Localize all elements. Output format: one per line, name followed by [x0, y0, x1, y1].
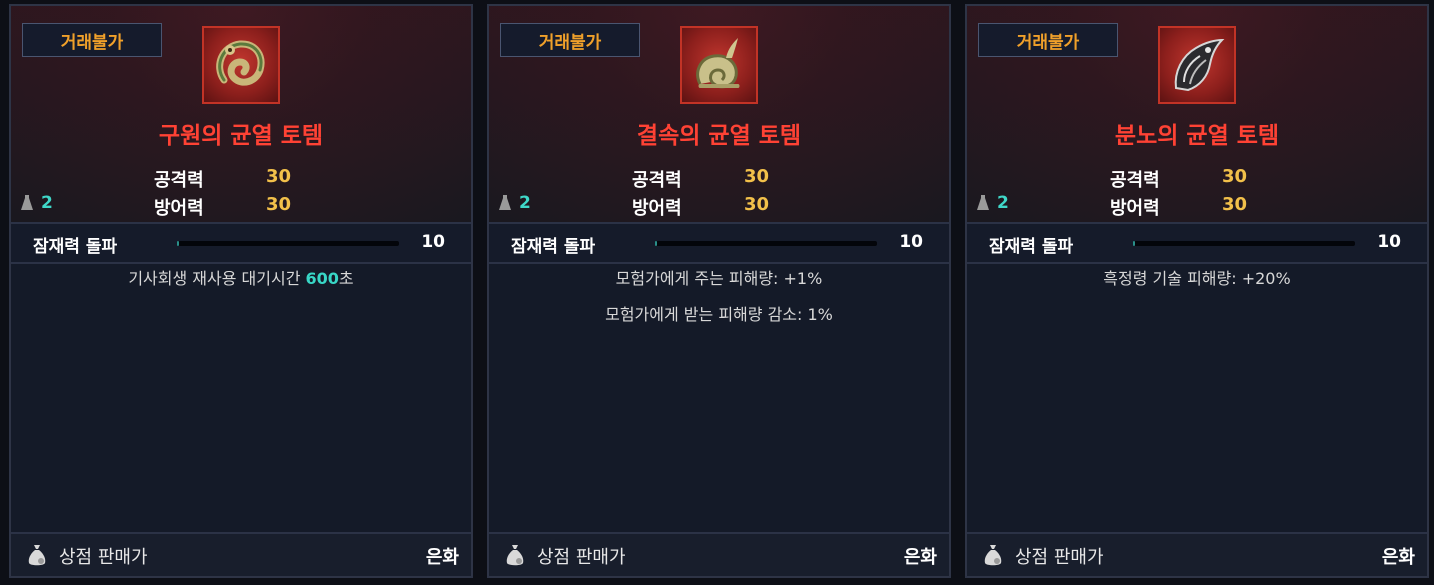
stat-label: 방어력	[632, 198, 682, 219]
potential-progress-bar	[655, 241, 877, 246]
item-name: 결속의 균열 토템	[636, 123, 802, 149]
potential-progress-fill	[177, 241, 180, 246]
potential-progress-fill	[655, 241, 658, 246]
effect-suffix: 초	[338, 269, 354, 288]
wrath-totem-icon[interactable]	[1158, 26, 1236, 104]
effects-list: 기사회생 재사용 대기시간 600초	[11, 268, 471, 304]
redemption-totem-icon[interactable]	[202, 26, 280, 104]
stat-defense: 방어력 30	[11, 194, 471, 219]
potential-label: 잠재력 돌파	[989, 237, 1074, 257]
item-tooltip-card-2: 거래불가 결속의 균열 토템 공격력 30 방어력 30 2 잠재력 돌파 10…	[487, 4, 951, 578]
tooltip-panels: 거래불가 구원의 균열 토템 공격력 30 방어력 30 2 잠재력 돌파 10…	[0, 0, 1434, 585]
stat-value: 30	[744, 194, 770, 215]
potential-progress-bar	[177, 241, 399, 246]
item-count: 2	[975, 193, 1009, 213]
item-count: 2	[497, 193, 531, 213]
weight-icon	[499, 195, 511, 210]
currency-label: 은화	[425, 547, 459, 568]
item-tooltip-card-3: 거래불가 분노의 균열 토템 공격력 30 방어력 30 2 잠재력 돌파 10…	[965, 4, 1429, 578]
item-count-value: 2	[519, 193, 531, 213]
stat-attack: 공격력 30	[967, 166, 1427, 191]
item-name: 분노의 균열 토템	[1114, 123, 1280, 149]
effects-list: 흑정령 기술 피해량: +20%	[967, 268, 1427, 304]
stat-label: 공격력	[1110, 170, 1160, 191]
item-count: 2	[19, 193, 53, 213]
divider	[11, 262, 471, 264]
item-name: 구원의 균열 토템	[158, 123, 324, 149]
shop-price-label: 상점 판매가	[59, 547, 148, 568]
stat-defense: 방어력 30	[967, 194, 1427, 219]
stat-value: 30	[266, 194, 292, 215]
stat-value: 30	[266, 166, 292, 187]
untradable-badge: 거래불가	[978, 23, 1118, 57]
currency-label: 은화	[1381, 547, 1415, 568]
item-count-value: 2	[997, 193, 1009, 213]
shop-price-footer: 상점 판매가 은화	[11, 532, 471, 576]
effect-line: 기사회생 재사용 대기시간 600초	[11, 268, 471, 304]
shop-price-label: 상점 판매가	[537, 547, 626, 568]
potential-value: 10	[421, 232, 445, 252]
effect-text: 기사회생 재사용 대기시간	[128, 269, 306, 288]
potential-label: 잠재력 돌파	[33, 237, 118, 257]
effect-highlight: 600	[305, 269, 339, 288]
potential-label: 잠재력 돌파	[511, 237, 596, 257]
money-bag-icon	[984, 545, 1002, 566]
shop-price-label: 상점 판매가	[1015, 547, 1104, 568]
item-tooltip-card-1: 거래불가 구원의 균열 토템 공격력 30 방어력 30 2 잠재력 돌파 10…	[9, 4, 473, 578]
divider	[489, 262, 949, 264]
stat-value: 30	[1222, 166, 1248, 187]
potential-progress-fill	[1133, 241, 1136, 246]
potential-breakthrough: 잠재력 돌파 10	[967, 224, 1427, 262]
stat-attack: 공격력 30	[11, 166, 471, 191]
effect-line: 흑정령 기술 피해량: +20%	[1103, 269, 1291, 288]
potential-value: 10	[899, 232, 923, 252]
effect-line: 모험가에게 주는 피해량: +1%	[615, 269, 823, 288]
stat-label: 방어력	[1110, 198, 1160, 219]
binding-totem-icon[interactable]	[680, 26, 758, 104]
effects-list: 모험가에게 주는 피해량: +1% 모험가에게 받는 피해량 감소: 1%	[489, 268, 949, 340]
untradable-badge: 거래불가	[22, 23, 162, 57]
weight-icon	[21, 195, 33, 210]
untradable-badge: 거래불가	[500, 23, 640, 57]
potential-value: 10	[1377, 232, 1401, 252]
stat-value: 30	[744, 166, 770, 187]
money-bag-icon	[506, 545, 524, 566]
stat-defense: 방어력 30	[489, 194, 949, 219]
stat-label: 공격력	[154, 170, 204, 191]
shop-price-footer: 상점 판매가 은화	[967, 532, 1427, 576]
stat-label: 공격력	[632, 170, 682, 191]
item-count-value: 2	[41, 193, 53, 213]
stat-label: 방어력	[154, 198, 204, 219]
currency-label: 은화	[903, 547, 937, 568]
stat-value: 30	[1222, 194, 1248, 215]
divider	[967, 262, 1427, 264]
potential-progress-bar	[1133, 241, 1355, 246]
weight-icon	[977, 195, 989, 210]
money-bag-icon	[28, 545, 46, 566]
shop-price-footer: 상점 판매가 은화	[489, 532, 949, 576]
potential-breakthrough: 잠재력 돌파 10	[11, 224, 471, 262]
potential-breakthrough: 잠재력 돌파 10	[489, 224, 949, 262]
effect-line: 모험가에게 받는 피해량 감소: 1%	[605, 305, 833, 324]
stat-attack: 공격력 30	[489, 166, 949, 191]
